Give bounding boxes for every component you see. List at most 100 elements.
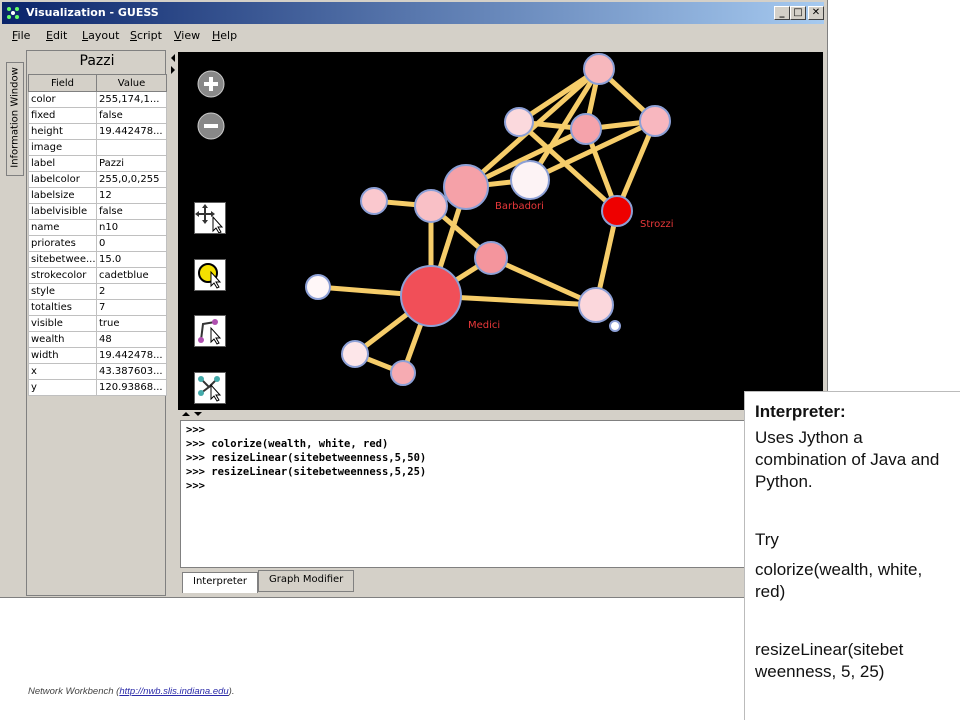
node-name-title: Pazzi: [79, 53, 115, 69]
console-line: >>>: [186, 480, 205, 492]
graph-node[interactable]: [443, 164, 489, 210]
information-window-tab-label: Information Window: [9, 67, 21, 168]
table-row[interactable]: name n10: [28, 219, 167, 236]
minimize-button[interactable]: _: [774, 6, 790, 20]
properties-body: color 255,174,1... fixed false height 19.4424…: [28, 91, 167, 396]
edge-tool-button[interactable]: [194, 315, 226, 347]
graph-node[interactable]: [360, 187, 388, 215]
graph-node[interactable]: [400, 265, 462, 327]
value-cell[interactable]: 48: [96, 331, 167, 348]
column-header-value[interactable]: Value: [96, 74, 167, 92]
graph-node[interactable]: [601, 195, 633, 227]
table-row[interactable]: height 19.442478...: [28, 123, 167, 140]
footer-end: ).: [228, 686, 235, 697]
graph-canvas[interactable]: Barbadori Strozzi Medici: [178, 52, 823, 410]
node-label-strozzi: Strozzi: [640, 219, 674, 230]
menu-script[interactable]: Script: [130, 29, 162, 42]
graph-node[interactable]: [570, 113, 602, 145]
value-cell[interactable]: true: [96, 315, 167, 332]
menu-view[interactable]: View: [174, 29, 200, 42]
value-cell[interactable]: 0: [96, 235, 167, 252]
value-cell[interactable]: 12: [96, 187, 167, 204]
edge-draw-icon: [198, 319, 222, 345]
footer-credit: Network Workbench (http://nwb.slis.india…: [28, 686, 234, 697]
splitter-arrows-icon[interactable]: [178, 410, 208, 420]
table-row[interactable]: sitebetwee... 15.0: [28, 251, 167, 268]
zoom-out-icon[interactable]: [196, 111, 226, 141]
table-row[interactable]: priorates 0: [28, 235, 167, 252]
field-cell: wealth: [28, 331, 97, 348]
graph-node[interactable]: [578, 287, 614, 323]
field-cell: height: [28, 123, 97, 140]
table-row[interactable]: y 120.93868...: [28, 379, 167, 396]
table-row[interactable]: labelvisible false: [28, 203, 167, 220]
console-line: >>> resizeLinear(sitebetweenness,5,50): [186, 452, 427, 464]
graph-node[interactable]: [414, 189, 448, 223]
value-cell[interactable]: false: [96, 107, 167, 124]
field-cell: fixed: [28, 107, 97, 124]
table-row[interactable]: fixed false: [28, 107, 167, 124]
table-row[interactable]: image: [28, 139, 167, 156]
table-row[interactable]: style 2: [28, 283, 167, 300]
graph-node[interactable]: [305, 274, 331, 300]
menu-layout[interactable]: Layout: [82, 29, 119, 42]
table-row[interactable]: labelcolor 255,0,0,255: [28, 171, 167, 188]
menu-file[interactable]: File: [12, 29, 30, 42]
table-row[interactable]: labelsize 12: [28, 187, 167, 204]
graph-node[interactable]: [390, 360, 416, 386]
value-cell[interactable]: 19.442478...: [96, 123, 167, 140]
guess-app-icon: [7, 7, 19, 19]
graph-node[interactable]: [510, 160, 550, 200]
tab-graph-modifier[interactable]: Graph Modifier: [258, 570, 355, 592]
value-cell[interactable]: false: [96, 203, 167, 220]
table-row[interactable]: strokecolor cadetblue: [28, 267, 167, 284]
tab-interpreter[interactable]: Interpreter: [182, 572, 259, 593]
table-row[interactable]: wealth 48: [28, 331, 167, 348]
footer-text: Network Workbench (: [28, 686, 120, 697]
graph-node[interactable]: [609, 320, 621, 332]
value-cell[interactable]: n10: [96, 219, 167, 236]
graph-node[interactable]: [583, 53, 615, 85]
value-cell[interactable]: 255,0,0,255: [96, 171, 167, 188]
field-cell: name: [28, 219, 97, 236]
interpreter-console[interactable]: >>> >>> colorize(wealth, white, red) >>>…: [180, 420, 822, 568]
table-row[interactable]: x 43.387603...: [28, 363, 167, 380]
move-tool-button[interactable]: [194, 202, 226, 234]
callout-description: Uses Jython a combination of Java and Py…: [755, 428, 940, 491]
table-row[interactable]: label Pazzi: [28, 155, 167, 172]
value-cell[interactable]: 19.442478...: [96, 347, 167, 364]
maximize-button[interactable]: □: [790, 6, 806, 20]
column-header-field[interactable]: Field: [28, 74, 97, 92]
menu-edit[interactable]: Edit: [46, 29, 67, 42]
graph-node[interactable]: [639, 105, 671, 137]
horizontal-splitter[interactable]: [178, 410, 823, 420]
value-cell[interactable]: [96, 139, 167, 156]
network-graph[interactable]: Barbadori Strozzi Medici: [178, 52, 823, 410]
graph-node[interactable]: [474, 241, 508, 275]
node-tool-button[interactable]: [194, 372, 226, 404]
vertical-splitter[interactable]: [168, 50, 178, 596]
menu-help[interactable]: Help: [212, 29, 237, 42]
close-button[interactable]: ✕: [808, 6, 824, 20]
graph-node[interactable]: [504, 107, 534, 137]
value-cell[interactable]: 255,174,1...: [96, 91, 167, 108]
value-cell[interactable]: 43.387603...: [96, 363, 167, 380]
table-row[interactable]: visible true: [28, 315, 167, 332]
table-row[interactable]: color 255,174,1...: [28, 91, 167, 108]
field-cell: visible: [28, 315, 97, 332]
value-cell[interactable]: 15.0: [96, 251, 167, 268]
value-cell[interactable]: cadetblue: [96, 267, 167, 284]
table-row[interactable]: totalties 7: [28, 299, 167, 316]
graph-node[interactable]: [341, 340, 369, 368]
information-window-tab[interactable]: Information Window: [6, 62, 24, 176]
value-cell[interactable]: Pazzi: [96, 155, 167, 172]
footer-link[interactable]: http://nwb.slis.indiana.edu: [119, 686, 228, 697]
value-cell[interactable]: 120.93868...: [96, 379, 167, 396]
value-cell[interactable]: 2: [96, 283, 167, 300]
field-cell: totalties: [28, 299, 97, 316]
zoom-in-icon[interactable]: [196, 69, 226, 99]
move-arrows-icon: [195, 204, 224, 234]
value-cell[interactable]: 7: [96, 299, 167, 316]
table-row[interactable]: width 19.442478...: [28, 347, 167, 364]
select-tool-button[interactable]: [194, 259, 226, 291]
